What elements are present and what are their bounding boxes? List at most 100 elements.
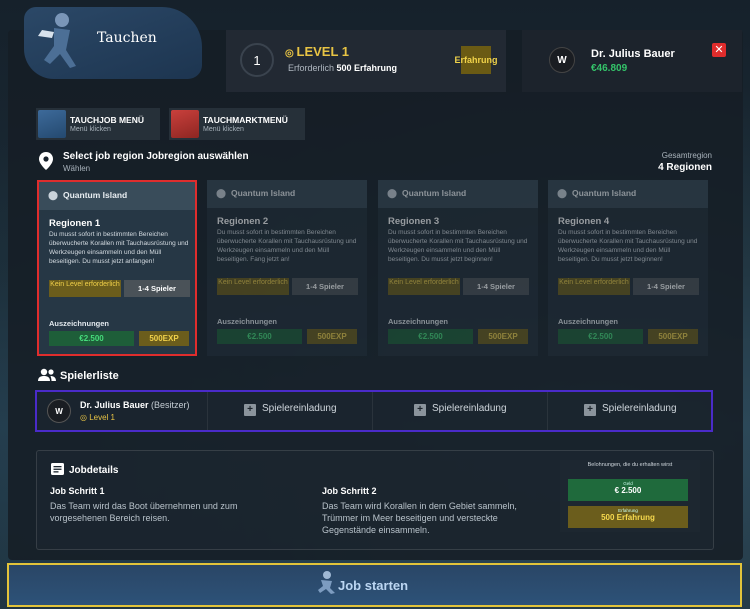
menu-button-subtitle: Menü klicken [203,126,244,133]
location-pin-icon: ⬤ [387,188,398,198]
reward-money: Geld € 2.500 [568,479,688,501]
region-title: Regionen 3 [388,216,440,227]
players-badge: 1-4 Spieler [463,278,529,295]
exp-reward: 500EXP [139,331,189,346]
location-pin-icon [39,152,53,170]
location-pin-icon: ⬤ [48,190,59,200]
player-list: W Dr. Julius Bauer (Besitzer) ◎ Level 1 … [35,390,713,432]
plus-icon: + [584,404,596,416]
plus-icon: + [414,404,426,416]
player-name: Dr. Julius Bauer (Besitzer) [80,400,190,410]
region-location: Quantum Island [402,188,467,198]
player-slot-invite-3[interactable]: + Spielereinladung [547,392,711,430]
player-level: ◎ Level 1 [80,413,115,422]
user-avatar: W [549,47,575,73]
no-level-badge: Kein Level erforderlich [49,280,121,297]
money-reward: €2.500 [558,329,643,344]
invite-player-button[interactable]: + Spielereinladung [584,403,677,416]
region-card-header: ⬤ Quantum Island [548,180,708,208]
invite-label: Spielereinladung [262,403,337,414]
level-title-text: LEVEL 1 [296,44,350,59]
money-reward: €2.500 [388,329,473,344]
player-avatar: W [47,399,71,423]
region-description: Du musst sofort in bestimmten Bereichen … [558,229,698,263]
requirement-prefix: Erforderlich [288,63,335,73]
menu-button-title: TAUCHMARKTMENÜ [203,115,288,125]
exp-reward: 500EXP [478,329,528,344]
level-title: ◎ LEVEL 1 [285,44,349,59]
no-level-badge: Kein Level erforderlich [217,278,289,295]
level-requirement: Erforderlich 500 Erfahrung [288,63,397,73]
invite-label: Spielereinladung [432,403,507,414]
plus-icon: + [244,404,256,416]
players-badge: 1-4 Spieler [633,278,699,295]
close-button[interactable]: ✕ [712,43,726,57]
reward-exp-value: 500 Erfahrung [601,513,655,522]
diver-icon [38,110,66,138]
region-card-2[interactable]: ⬤ Quantum Island Regionen 2 Du musst sof… [207,180,367,356]
region-location: Quantum Island [63,190,128,200]
player-slot-invite-2[interactable]: + Spielereinladung [372,392,548,430]
region-title: Regionen 4 [558,216,610,227]
money-reward: €2.500 [217,329,302,344]
user-money: €46.809 [591,63,628,74]
player-name-text: Dr. Julius Bauer [80,400,149,410]
awards-label: Auszeichnungen [558,317,619,326]
xp-badge: Erfahrung [455,46,498,74]
requirement-value: 500 Erfahrung [336,63,398,73]
total-region-value: 4 Regionen [658,162,712,173]
invite-label: Spielereinladung [602,403,677,414]
invite-player-button[interactable]: + Spielereinladung [244,403,337,416]
no-level-badge: Kein Level erforderlich [388,278,460,295]
region-select-subtitle: Wählen [63,164,91,173]
start-job-label: Job starten [338,578,409,593]
location-pin-icon: ⬤ [216,188,227,198]
awards-label: Auszeichnungen [49,319,110,328]
region-description: Du musst sofort in bestimmten Bereichen … [217,229,357,263]
coin-icon: ◎ [80,413,90,422]
rewards-heading: Belohnungen, die du erhalten wirst [587,462,673,468]
region-select-title: Select job region Jobregion auswählen [63,151,249,162]
user-name: Dr. Julius Bauer [591,48,675,60]
player-level-text: Level 1 [89,413,115,422]
tauchmarkt-menu-button[interactable]: TAUCHMARKTMENÜ Menü klicken [169,108,305,140]
location-pin-icon: ⬤ [557,188,568,198]
reward-money-value: € 2.500 [614,486,642,495]
exp-reward: 500EXP [648,329,698,344]
region-card-header: ⬤ Quantum Island [39,182,195,210]
page-title: Tauchen [97,30,157,46]
menu-button-title: TAUCHJOB MENÜ [70,115,144,125]
reward-exp: Erfahrung 500 Erfahrung [568,506,688,528]
region-card-4[interactable]: ⬤ Quantum Island Regionen 4 Du musst sof… [548,180,708,356]
player-slot-owner: W Dr. Julius Bauer (Besitzer) ◎ Level 1 [37,392,208,430]
region-location: Quantum Island [572,188,637,198]
exp-reward: 500EXP [307,329,357,344]
region-description: Du musst sofort in bestimmten Bereichen … [49,231,189,265]
region-card-1[interactable]: ⬤ Quantum Island Regionen 1 Du musst sof… [37,180,197,356]
player-slot-invite-1[interactable]: + Spielereinladung [207,392,373,430]
region-card-header: ⬤ Quantum Island [378,180,538,208]
diver-icon [318,571,335,594]
tauchjob-menu-button[interactable]: TAUCHJOB MENÜ Menü klicken [36,108,160,140]
region-card-3[interactable]: ⬤ Quantum Island Regionen 3 Du musst sof… [378,180,538,356]
awards-label: Auszeichnungen [388,317,449,326]
diver-icon [38,13,76,68]
shop-icon [171,110,199,138]
close-icon: ✕ [714,44,724,56]
total-region-label: Gesamtregion [661,151,712,160]
players-badge: 1-4 Spieler [292,278,358,295]
region-title: Regionen 2 [217,216,269,227]
job-details-title: Jobdetails [69,465,119,476]
job-step-1-description: Das Team wird das Boot übernehmen und zu… [50,501,238,523]
menu-button-subtitle: Menü klicken [70,126,111,133]
invite-player-button[interactable]: + Spielereinladung [414,403,507,416]
player-list-title: Spielerliste [60,370,119,382]
job-step-2-title: Job Schritt 2 [322,486,377,496]
region-description: Du musst sofort in bestimmten Bereichen … [388,229,528,263]
players-badge: 1-4 Spieler [124,280,190,297]
document-icon [51,463,64,475]
coin-icon: ◎ [285,48,297,59]
region-card-header: ⬤ Quantum Island [207,180,367,208]
users-icon [38,368,56,381]
no-level-badge: Kein Level erforderlich [558,278,630,295]
